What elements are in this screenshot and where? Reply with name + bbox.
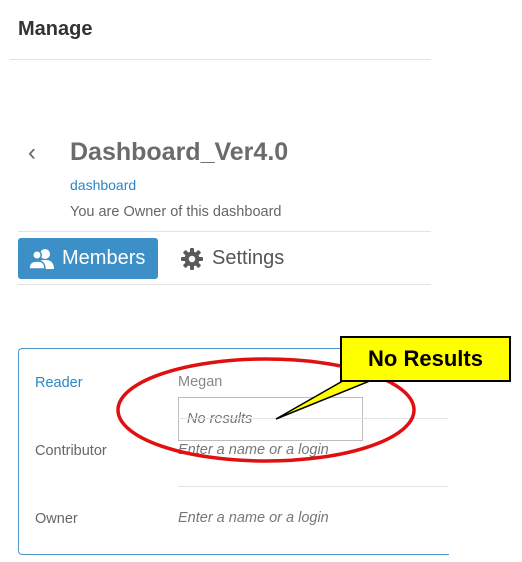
no-results-callout: No Results [340,336,511,382]
callout-text: No Results [368,346,483,371]
annotation-overlay [116,357,416,463]
